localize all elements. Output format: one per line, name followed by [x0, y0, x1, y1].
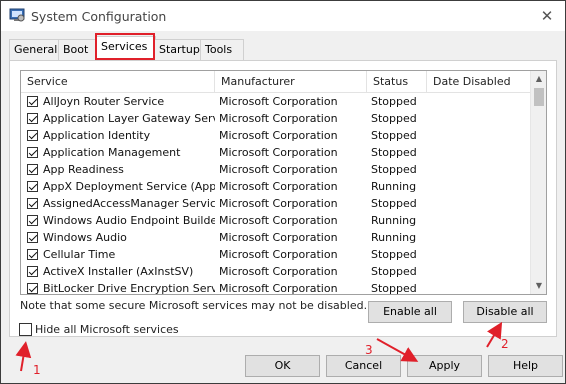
arrow-to-hide-checkbox [15, 341, 32, 372]
annotation-arrows [15, 321, 503, 372]
system-configuration-window: System Configuration ✕ General Boot Serv… [0, 0, 566, 384]
arrow-to-apply [376, 338, 419, 362]
arrow-to-disable-all [486, 321, 503, 348]
